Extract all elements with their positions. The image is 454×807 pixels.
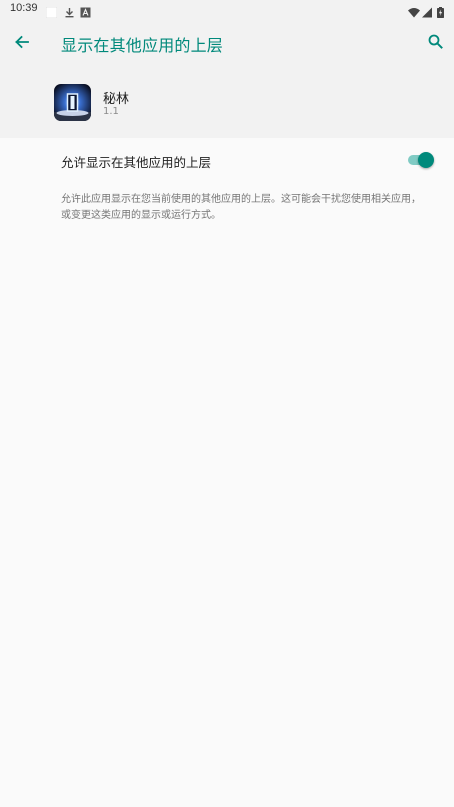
- back-button[interactable]: [10, 30, 34, 54]
- search-icon: [428, 34, 443, 49]
- app-icon: [54, 84, 91, 121]
- search-button[interactable]: [424, 30, 448, 54]
- app-bar: 显示在其他应用的上层: [0, 18, 454, 68]
- setting-label: 允许显示在其他应用的上层: [61, 155, 212, 170]
- wifi-icon: [408, 3, 420, 18]
- app-header: 秘林 1.1: [0, 68, 454, 138]
- status-time: 10:39: [10, 2, 38, 14]
- app-name: 秘林: [103, 92, 130, 107]
- overlay-permission-toggle[interactable]: [406, 152, 434, 168]
- toggle-thumb: [418, 152, 434, 168]
- cellular-signal-icon: [422, 3, 432, 18]
- arrow-back-icon: [15, 35, 29, 49]
- overlay-permission-setting[interactable]: 允许显示在其他应用的上层: [0, 138, 454, 180]
- battery-icon: [437, 3, 444, 18]
- setting-description: 允许此应用显示在您当前使用的其他应用的上层。这可能会干扰您使用相关应用，或变更这…: [61, 194, 421, 221]
- app-version: 1.1: [103, 106, 119, 117]
- status-bar: 10:39: [0, 0, 454, 19]
- page-title: 显示在其他应用的上层: [61, 36, 224, 55]
- download-icon: [64, 3, 75, 18]
- blank-notification-icon: [45, 3, 58, 19]
- a-letter-icon: [80, 3, 91, 18]
